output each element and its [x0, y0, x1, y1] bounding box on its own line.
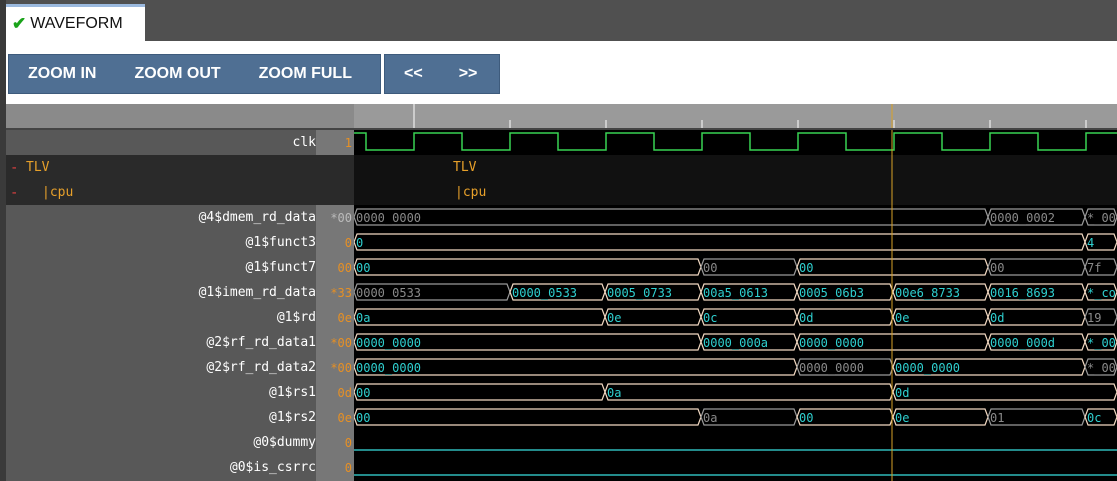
bus-segment-label: 0a: [607, 386, 621, 400]
bus-segment-label: *_00: [1087, 336, 1116, 350]
bus-segment-label: 0000_0000: [356, 336, 421, 350]
bus-segment-label: 00: [356, 386, 370, 400]
signal-value: 00: [337, 261, 352, 275]
scope-row-tlv[interactable]: [6, 155, 354, 180]
toolbar: ZOOM IN ZOOM OUT ZOOM FULL << >>: [6, 41, 1117, 104]
bus-segment-label: 0: [356, 236, 363, 250]
bus-segment-label: 0d: [990, 311, 1004, 325]
bus-segment-label: 00: [356, 261, 370, 275]
collapse-icon[interactable]: -: [10, 185, 18, 201]
bus-segment-label: 0e: [607, 311, 621, 325]
bus-segment-label: 0d: [895, 386, 909, 400]
ruler-track: [354, 104, 1117, 128]
next-button[interactable]: >>: [441, 65, 496, 83]
bus-segment-label: 4: [1087, 236, 1094, 250]
bus-segment-label: 00a5_0613: [703, 286, 768, 300]
bus-segment-label: 00: [799, 411, 813, 425]
bus-segment-label: 0a: [703, 411, 717, 425]
bus-segment-label: 0000_0533: [356, 286, 421, 300]
bus-segment-label: 0a: [356, 311, 370, 325]
signal-value: 0: [344, 236, 352, 250]
signal-name[interactable]: @1$imem_rd_data: [6, 285, 316, 300]
bus-segment: [354, 233, 1086, 251]
signal-value: 0: [344, 461, 352, 475]
collapse-icon[interactable]: -: [10, 160, 18, 176]
bus-segment-label: 00: [799, 261, 813, 275]
signal-name[interactable]: @1$rs2: [6, 410, 316, 425]
bus-segment: [354, 258, 702, 276]
signal-name[interactable]: @4$dmem_rd_data: [6, 210, 316, 225]
bus-segment-label: 0c: [1087, 411, 1101, 425]
signal-name[interactable]: @1$funct7: [6, 260, 316, 275]
signal-name[interactable]: @1$rs1: [6, 385, 316, 400]
bus-segment-label: *_00: [1087, 211, 1116, 225]
bus-segment-label: 0000_0000: [799, 361, 864, 375]
bus-segment-label: 0000_0002: [990, 211, 1055, 225]
scope-name-cpu: |cpu: [42, 185, 74, 200]
signal-value: *00: [330, 336, 352, 350]
signal-value: 0e: [337, 311, 352, 325]
zoom-button-group: ZOOM IN ZOOM OUT ZOOM FULL: [8, 54, 381, 94]
scope-wave-label-cpu: |cpu: [455, 185, 487, 200]
signal-value: 0: [344, 436, 352, 450]
clk-wave: [354, 132, 1117, 151]
bus-segment-label: 0e: [895, 311, 909, 325]
zoom-out-button[interactable]: ZOOM OUT: [115, 65, 239, 83]
bus-segment: [892, 383, 1117, 401]
signal-value: *33: [330, 286, 352, 300]
signal-value: *00: [330, 361, 352, 375]
zoom-in-button[interactable]: ZOOM IN: [9, 65, 115, 83]
check-icon: ✔: [12, 14, 27, 33]
bus-segment: [354, 208, 989, 226]
signal-value-clk: 1: [344, 136, 352, 150]
scope-wave-label-tlv: TLV: [453, 160, 477, 175]
signal-name[interactable]: @0$dummy: [6, 435, 316, 450]
signal-name[interactable]: @1$rd: [6, 310, 316, 325]
signal-name[interactable]: @2$rf_rd_data1: [6, 335, 316, 350]
bus-segment-label: 0005_06b3: [799, 286, 864, 300]
bus-segment-label: 0000_0533: [512, 286, 577, 300]
signal-name[interactable]: @0$is_csrrc: [6, 460, 316, 475]
bus-segment-label: 00: [990, 261, 1004, 275]
bus-segment-label: 00: [703, 261, 717, 275]
bus-segment-label: 0000_0000: [895, 361, 960, 375]
bus-segment-label: 0000_000a: [703, 336, 768, 350]
signal-value: 0e: [337, 411, 352, 425]
bus-segment-label: 0005_0733: [607, 286, 672, 300]
tab-waveform-label: WAVEFORM: [30, 15, 123, 32]
nav-button-group: << >>: [384, 54, 500, 94]
bus-segment-label: 7f: [1087, 261, 1101, 275]
bus-segment-label: 0000_000d: [990, 336, 1055, 350]
bus-segment: [354, 308, 606, 326]
bus-segment: [354, 383, 606, 401]
signal-value: 0d: [337, 386, 352, 400]
bus-segment-label: 0e: [895, 411, 909, 425]
bus-segment-label: 19: [1087, 311, 1101, 325]
signal-name[interactable]: @2$rf_rd_data2: [6, 360, 316, 375]
tab-waveform[interactable]: ✔ WAVEFORM: [6, 4, 145, 41]
signal-name[interactable]: @1$funct3: [6, 235, 316, 250]
prev-button[interactable]: <<: [385, 65, 441, 83]
bus-segment-label: *_00: [1087, 361, 1116, 375]
bus-segment-label: 00: [356, 411, 370, 425]
tab-bar: [6, 0, 1117, 41]
bus-segment-label: 0016_8693: [990, 286, 1055, 300]
bus-segment: [354, 408, 702, 426]
bus-segment-label: 0000_0000: [799, 336, 864, 350]
bus-segment-label: 0d: [799, 311, 813, 325]
bus-segment: [604, 383, 894, 401]
signal-value: *00: [330, 211, 352, 225]
bus-segment-label: 0000_0000: [356, 361, 421, 375]
time-ruler[interactable]: [6, 104, 1117, 128]
zoom-full-button[interactable]: ZOOM FULL: [240, 65, 371, 83]
waveform-area[interactable]: 0000_0000 0000_0002 *_00 0 4 00 00 00 00 7f 0000_0…: [354, 130, 1117, 481]
scope-name-tlv: TLV: [26, 160, 50, 175]
bus-segment-label: 0000_0000: [356, 211, 421, 225]
bus-segment-label: 0c: [703, 311, 717, 325]
bus-segment-label: *_co: [1087, 286, 1116, 300]
bus-segment-label: 01: [990, 411, 1004, 425]
signal-name-clk[interactable]: clk: [6, 135, 316, 150]
bus-segment-label: 00e6_8733: [895, 286, 960, 300]
